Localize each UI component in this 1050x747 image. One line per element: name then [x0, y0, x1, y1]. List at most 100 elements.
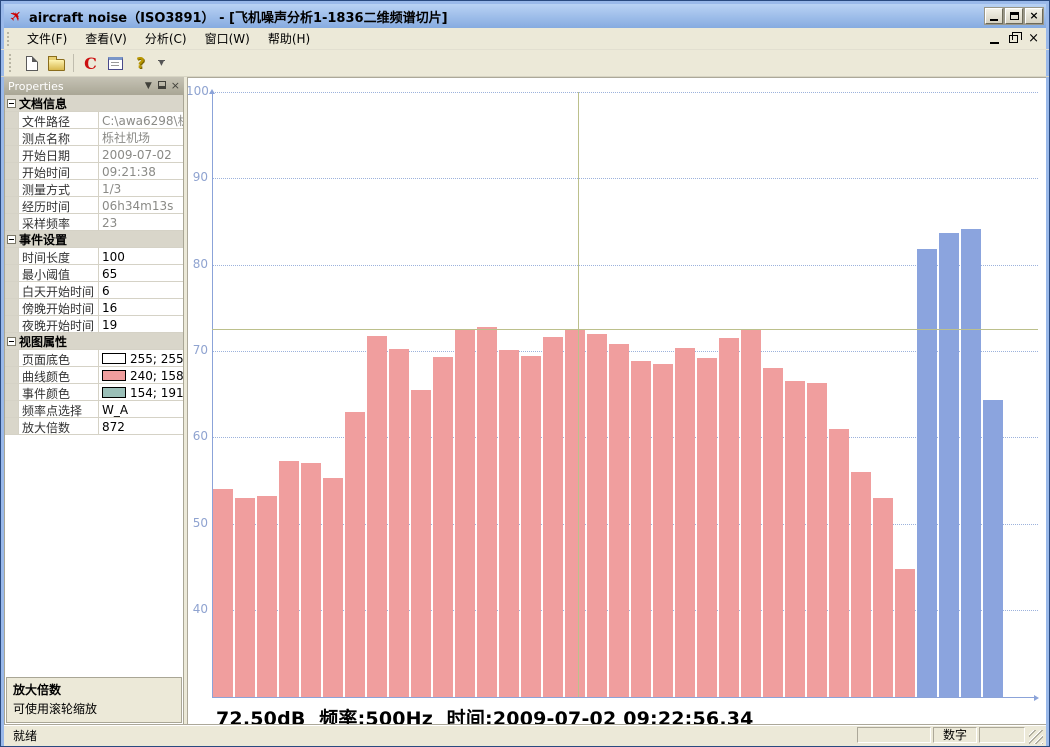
spectrum-bar[interactable] — [543, 337, 563, 697]
menu-view[interactable]: 查看(V) — [76, 27, 136, 50]
spectrum-bar[interactable] — [587, 334, 607, 697]
property-row[interactable]: 频率点选择W_A — [5, 401, 183, 418]
crosshair-horizontal-line[interactable] — [212, 329, 1038, 330]
property-row[interactable]: 白天开始时间6 — [5, 282, 183, 299]
property-row[interactable]: 测点名称栎社机场 — [5, 129, 183, 146]
spectrum-bar[interactable] — [763, 368, 783, 697]
property-row[interactable]: 测量方式1/3 — [5, 180, 183, 197]
spectrum-bar[interactable] — [499, 350, 519, 697]
spectrum-chart[interactable]: 10090807060504072.50dB 频率:500Hz 时间:2009-… — [187, 77, 1046, 725]
open-file-button[interactable] — [45, 52, 68, 74]
spectrum-bar[interactable] — [279, 461, 299, 697]
spectrum-bar[interactable] — [851, 472, 871, 697]
spectrum-bar[interactable] — [895, 569, 915, 697]
properties-button[interactable] — [104, 52, 127, 74]
spectrum-bar[interactable] — [653, 364, 673, 697]
event-bar[interactable] — [917, 249, 937, 697]
property-value[interactable]: 100 — [99, 248, 183, 264]
spectrum-bar[interactable] — [675, 348, 695, 697]
spectrum-bar[interactable] — [477, 327, 497, 697]
spectrum-bar[interactable] — [213, 489, 233, 697]
property-row[interactable]: 事件颜色154; 191; 184 — [5, 384, 183, 401]
crosshair-vertical-line[interactable] — [578, 92, 579, 697]
property-row[interactable]: 页面底色255; 255; 255 — [5, 350, 183, 367]
spectrum-bar[interactable] — [565, 329, 585, 697]
property-value[interactable]: 6 — [99, 282, 183, 298]
property-row[interactable]: 曲线颜色240; 158; 158 — [5, 367, 183, 384]
property-row[interactable]: 采样频率23 — [5, 214, 183, 231]
spectrum-bar[interactable] — [345, 412, 365, 697]
menu-analysis[interactable]: 分析(C) — [136, 27, 196, 50]
title-bar[interactable]: ✈ aircraft noise（ISO3891） - [飞机噪声分析1-183… — [4, 4, 1046, 28]
spectrum-bar[interactable] — [521, 356, 541, 697]
event-bar[interactable] — [939, 233, 959, 697]
property-value[interactable]: 65 — [99, 265, 183, 281]
property-value[interactable]: W_A — [99, 401, 183, 417]
spectrum-bar[interactable] — [323, 478, 343, 697]
collapse-icon[interactable] — [7, 337, 16, 346]
spectrum-bar[interactable] — [785, 381, 805, 697]
help-button[interactable]: ? — [129, 52, 152, 74]
property-value[interactable]: 255; 255; 255 — [99, 350, 183, 366]
collapse-icon[interactable] — [7, 99, 16, 108]
spectrum-bar[interactable] — [257, 496, 277, 697]
spectrum-bar[interactable] — [741, 329, 761, 697]
property-value[interactable]: 19 — [99, 316, 183, 332]
property-value[interactable]: 1/3 — [99, 180, 183, 196]
spectrum-bar[interactable] — [719, 338, 739, 697]
panel-close-icon[interactable]: × — [171, 81, 180, 91]
spectrum-bar[interactable] — [609, 344, 629, 697]
property-value[interactable]: 872 — [99, 418, 183, 434]
menu-window[interactable]: 窗口(W) — [196, 27, 259, 50]
event-bar[interactable] — [983, 400, 1003, 697]
resize-grip[interactable] — [1029, 730, 1043, 744]
spectrum-bar[interactable] — [411, 390, 431, 697]
properties-panel-header[interactable]: Properties ▼ × — [4, 77, 184, 95]
spectrum-bar[interactable] — [829, 429, 849, 697]
mdi-restore-icon[interactable] — [1009, 35, 1018, 43]
spectrum-bar[interactable] — [367, 336, 387, 697]
spectrum-bar[interactable] — [389, 349, 409, 697]
spectrum-bar[interactable] — [697, 358, 717, 697]
property-section-header[interactable]: 文档信息 — [5, 95, 183, 112]
event-bar[interactable] — [961, 229, 981, 697]
property-row[interactable]: 开始时间09:21:38 — [5, 163, 183, 180]
mdi-close-icon[interactable]: × — [1028, 32, 1039, 45]
property-section-header[interactable]: 视图属性 — [5, 333, 183, 350]
property-row[interactable]: 傍晚开始时间16 — [5, 299, 183, 316]
spectrum-bar[interactable] — [433, 357, 453, 697]
property-value[interactable]: 06h34m13s — [99, 197, 183, 213]
property-value[interactable]: 16 — [99, 299, 183, 315]
spectrum-bar[interactable] — [235, 498, 255, 697]
property-row[interactable]: 开始日期2009-07-02 — [5, 146, 183, 163]
property-section-header[interactable]: 事件设置 — [5, 231, 183, 248]
spectrum-bar[interactable] — [301, 463, 321, 697]
close-button[interactable]: × — [1025, 8, 1043, 24]
property-row[interactable]: 最小阈值65 — [5, 265, 183, 282]
analysis-c-button[interactable]: C — [79, 52, 102, 74]
maximize-button[interactable] — [1005, 8, 1023, 24]
minimize-button[interactable] — [985, 8, 1003, 24]
menu-file[interactable]: 文件(F) — [18, 27, 76, 50]
property-row[interactable]: 放大倍数872 — [5, 418, 183, 435]
spectrum-bar[interactable] — [455, 329, 475, 697]
mdi-minimize-icon[interactable] — [990, 42, 999, 44]
property-row[interactable]: 文件路径C:\awa6298\机场 — [5, 112, 183, 129]
panel-pin-icon[interactable] — [158, 81, 166, 89]
property-value[interactable]: 2009-07-02 — [99, 146, 183, 162]
menu-help[interactable]: 帮助(H) — [259, 27, 319, 50]
spectrum-bar[interactable] — [807, 383, 827, 697]
new-document-button[interactable] — [20, 52, 43, 74]
spectrum-bar[interactable] — [631, 361, 651, 697]
property-value[interactable]: 栎社机场 — [99, 129, 183, 145]
property-value[interactable]: 240; 158; 158 — [99, 367, 183, 383]
collapse-icon[interactable] — [7, 235, 16, 244]
property-value[interactable]: C:\awa6298\机场 — [99, 112, 183, 128]
property-row[interactable]: 夜晚开始时间19 — [5, 316, 183, 333]
property-value[interactable]: 09:21:38 — [99, 163, 183, 179]
property-row[interactable]: 时间长度100 — [5, 248, 183, 265]
panel-dropdown-icon[interactable]: ▼ — [145, 81, 152, 91]
property-value[interactable]: 154; 191; 184 — [99, 384, 183, 400]
property-value[interactable]: 23 — [99, 214, 183, 230]
toolbar-overflow-button[interactable]: ▼ — [156, 60, 167, 66]
